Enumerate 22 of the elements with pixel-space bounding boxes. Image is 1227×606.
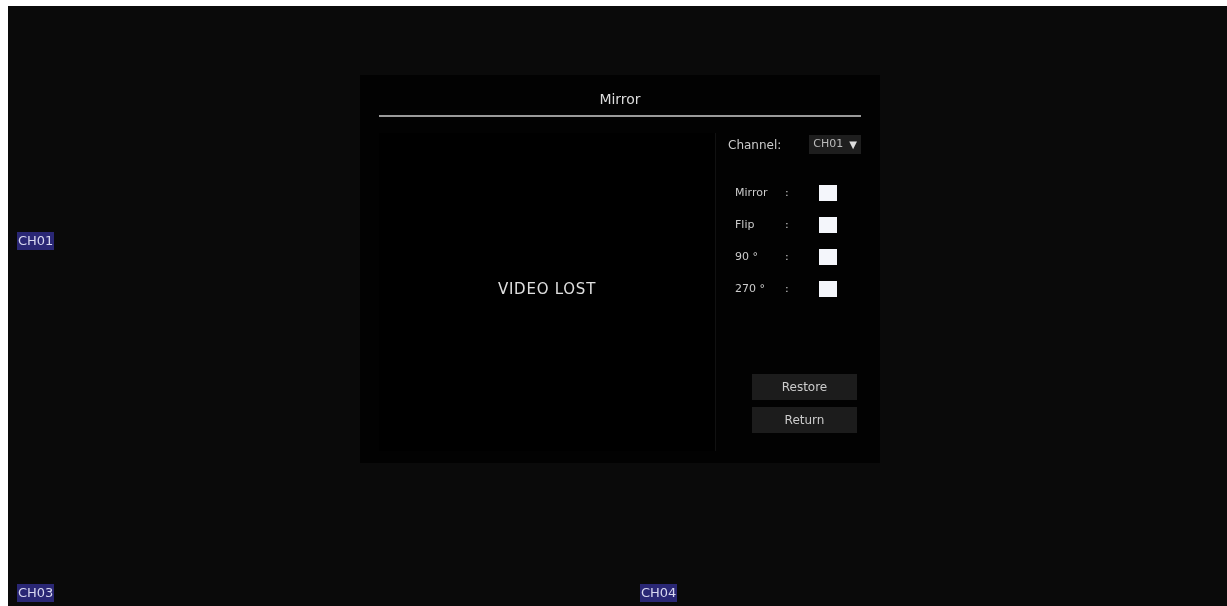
option-label: Mirror — [735, 184, 769, 201]
channel-label: Channel: — [728, 136, 782, 154]
channel-label: CH04 — [640, 584, 678, 602]
dialog-button[interactable]: Restore — [752, 374, 857, 400]
separator-text: : — [785, 280, 790, 297]
option-label: 270 ° — [735, 280, 766, 297]
separator-text: : — [785, 184, 790, 201]
checkbox[interactable] — [819, 185, 837, 201]
option-label: 90 ° — [735, 248, 759, 265]
channel-label: CH01 — [17, 232, 55, 250]
separator-text: : — [785, 216, 790, 233]
option-label: Flip — [735, 216, 756, 233]
checkbox[interactable] — [819, 249, 837, 265]
separator-text: : — [785, 248, 790, 265]
checkbox[interactable] — [819, 281, 837, 297]
channel-label: CH03 — [17, 584, 55, 602]
dialog-button[interactable]: Return — [752, 407, 857, 433]
caret-icon: ▼ — [849, 137, 857, 152]
channel-dropdown[interactable]: CH01 ▼ — [809, 135, 861, 154]
dialog-title: Mirror — [599, 90, 641, 109]
checkbox[interactable] — [819, 217, 837, 233]
video-lost-text: VIDEO LOST — [497, 278, 597, 300]
